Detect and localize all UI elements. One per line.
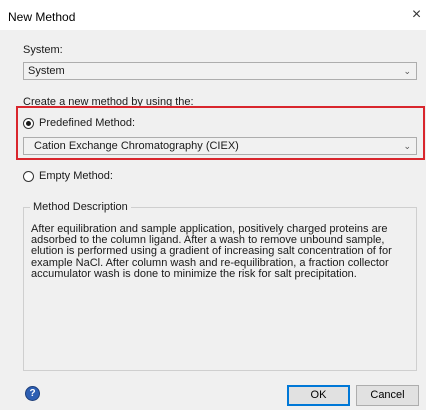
title-bar: New Method ×: [0, 0, 426, 30]
system-dropdown-value: System: [28, 65, 65, 77]
predefined-method-dropdown[interactable]: Cation Exchange Chromatography (CIEX) ⌄: [23, 137, 417, 155]
help-icon[interactable]: ?: [25, 386, 40, 401]
predefined-method-label: Predefined Method:: [39, 117, 136, 129]
window-title: New Method: [8, 10, 76, 24]
radio-dot: [26, 121, 31, 126]
chevron-down-icon: ⌄: [403, 66, 411, 76]
system-dropdown[interactable]: System ⌄: [23, 62, 417, 80]
predefined-method-dropdown-value: Cation Exchange Chromatography (CIEX): [34, 140, 239, 152]
radio-button-checked[interactable]: [23, 118, 34, 129]
system-label: System:: [23, 44, 63, 56]
empty-method-label: Empty Method:: [39, 170, 113, 182]
method-description-text: After equilibration and sample applicati…: [31, 223, 392, 280]
chevron-down-icon: ⌄: [403, 141, 411, 151]
radio-button-unchecked[interactable]: [23, 171, 34, 182]
close-icon[interactable]: ×: [407, 3, 426, 27]
cancel-button[interactable]: Cancel: [356, 385, 419, 406]
method-description-legend: Method Description: [30, 201, 131, 213]
ok-button[interactable]: OK: [287, 385, 350, 406]
